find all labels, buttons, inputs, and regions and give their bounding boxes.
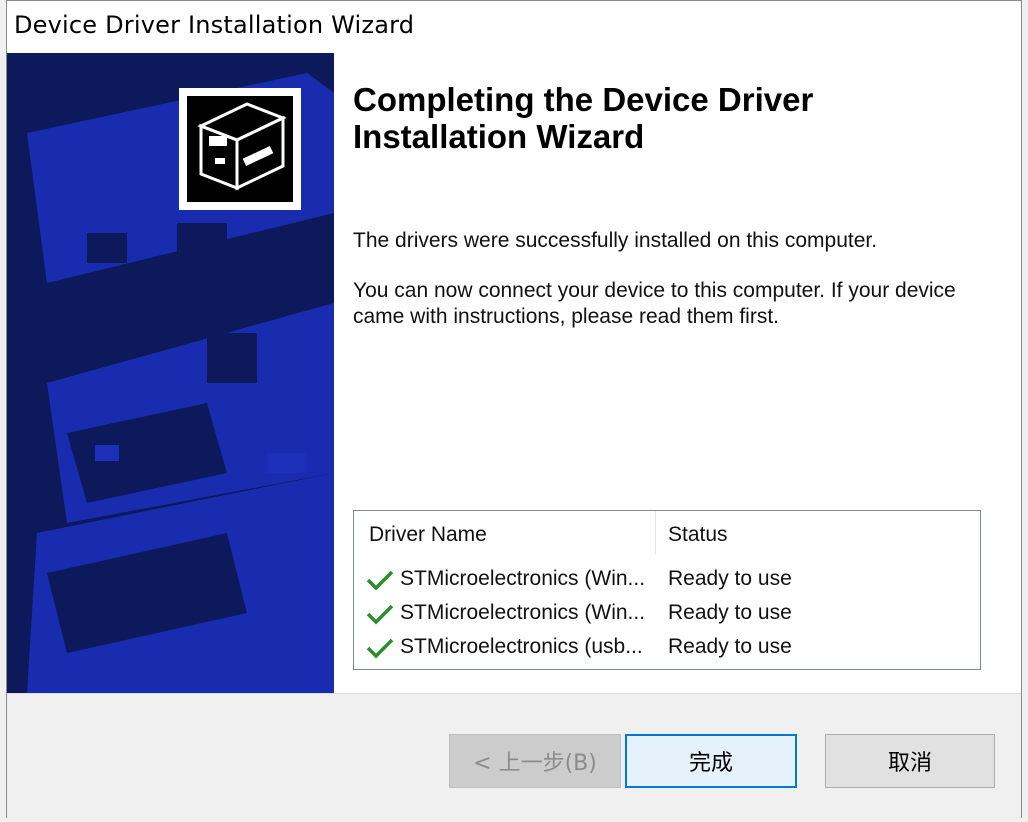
driver-name: STMicroelectronics (Win...	[400, 601, 646, 624]
driver-row[interactable]: STMicroelectronics (Win... Ready to use	[354, 563, 980, 597]
driver-status: Ready to use	[668, 635, 792, 658]
back-button[interactable]: < 上一步(B)	[449, 734, 621, 788]
column-header-status[interactable]: Status	[668, 523, 728, 547]
column-header-driver-name[interactable]: Driver Name	[369, 523, 487, 547]
page-heading: Completing the Device Driver Installatio…	[353, 81, 814, 155]
success-message: The drivers were successfully installed …	[353, 229, 878, 252]
finish-button[interactable]: 完成	[625, 734, 797, 788]
driver-status: Ready to use	[668, 567, 792, 590]
hardware-logo	[179, 88, 301, 210]
green-check-icon	[366, 638, 394, 659]
green-check-icon	[366, 604, 394, 625]
device-box-icon	[187, 96, 293, 202]
driver-name: STMicroelectronics (usb...	[400, 635, 643, 658]
wizard-content: Completing the Device Driver Installatio…	[334, 53, 1021, 693]
instructions-message: You can now connect your device to this …	[353, 279, 956, 328]
driver-name: STMicroelectronics (Win...	[400, 567, 646, 590]
driver-status: Ready to use	[668, 601, 792, 624]
column-divider	[655, 511, 656, 555]
button-bar: < 上一步(B) 完成 取消	[7, 693, 1021, 818]
cancel-button[interactable]: 取消	[825, 734, 995, 788]
driver-row[interactable]: STMicroelectronics (usb... Ready to use	[354, 631, 980, 665]
driver-row[interactable]: STMicroelectronics (Win... Ready to use	[354, 597, 980, 631]
green-check-icon	[366, 570, 394, 591]
wizard-window: Device Driver Installation Wizard Comple…	[6, 0, 1022, 818]
wizard-side-banner	[7, 53, 334, 693]
window-title: Device Driver Installation Wizard	[14, 11, 415, 39]
driver-list[interactable]: Driver Name Status STMicroelectronics (W…	[353, 510, 981, 670]
title-bar[interactable]: Device Driver Installation Wizard	[7, 1, 1021, 53]
